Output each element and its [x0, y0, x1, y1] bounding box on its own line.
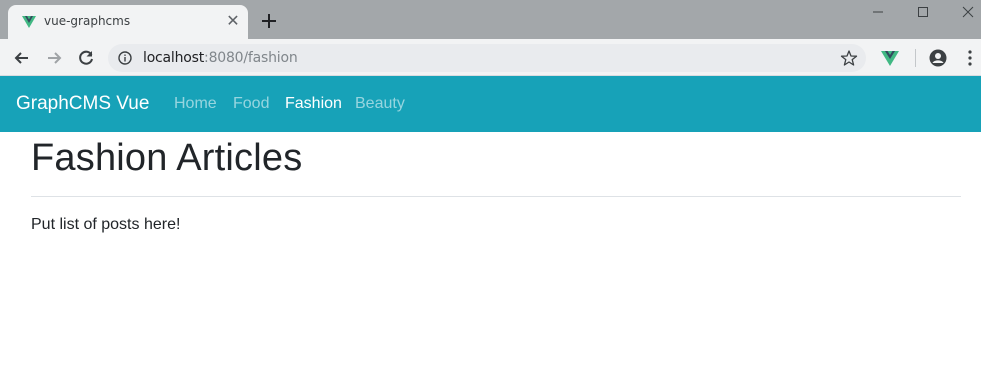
forward-arrow-icon[interactable] [44, 48, 64, 68]
nav-link-home[interactable]: Home [174, 95, 217, 113]
nav-link-beauty[interactable]: Beauty [355, 95, 405, 113]
account-profile-icon[interactable] [928, 48, 948, 68]
nav-link-food[interactable]: Food [233, 95, 269, 113]
url-path: :8080/fashion [204, 50, 298, 66]
window-minimize-icon[interactable] [868, 4, 888, 20]
window-maximize-icon[interactable] [913, 4, 933, 20]
browser-menu-icon[interactable] [964, 49, 976, 67]
browser-tab-strip: vue-graphcms ✕ [0, 0, 981, 39]
navbar-brand[interactable]: GraphCMS Vue [16, 93, 149, 115]
vue-logo-icon [22, 16, 36, 28]
new-tab-plus-icon[interactable] [259, 11, 279, 31]
app-navbar: GraphCMS Vue Home Food Fashion Beauty [0, 76, 981, 132]
reload-icon[interactable] [76, 48, 96, 68]
posts-placeholder-text: Put list of posts here! [31, 216, 181, 233]
address-bar[interactable]: localhost:8080/fashion [108, 44, 866, 72]
nav-link-fashion[interactable]: Fashion [285, 95, 342, 113]
bookmark-star-icon[interactable] [840, 49, 858, 67]
tab-title: vue-graphcms [44, 14, 131, 28]
page-title: Fashion Articles [31, 137, 303, 179]
back-arrow-icon[interactable] [12, 48, 32, 68]
url-host: localhost [143, 50, 205, 66]
window-close-icon[interactable] [958, 4, 978, 20]
browser-toolbar: localhost:8080/fashion [0, 39, 981, 76]
url-text: localhost:8080/fashion [143, 50, 298, 66]
tab-close-icon[interactable]: ✕ [224, 13, 242, 31]
toolbar-separator [915, 49, 916, 67]
vue-devtools-extension-icon[interactable] [881, 49, 899, 67]
browser-tab[interactable]: vue-graphcms ✕ [8, 5, 248, 39]
site-info-icon[interactable] [118, 51, 132, 65]
title-divider [31, 196, 961, 197]
